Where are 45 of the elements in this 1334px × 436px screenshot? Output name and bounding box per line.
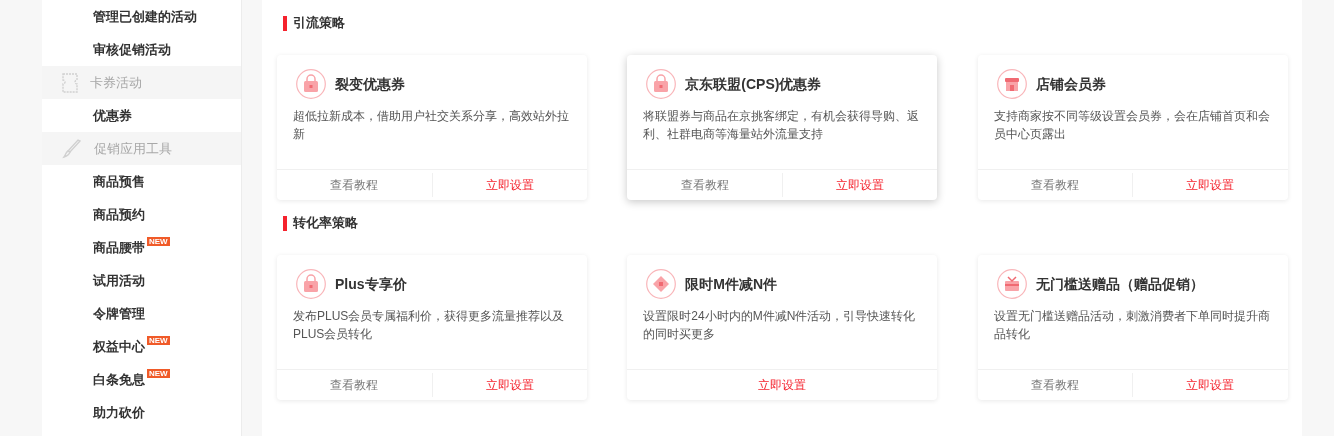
section-title: 引流策略 [293,14,345,33]
new-badge: NEW [147,336,170,345]
sidebar-item[interactable]: 商品预售 [93,171,145,192]
setup-now-button[interactable]: 立即设置 [627,370,938,400]
setup-now-button[interactable]: 立即设置 [782,170,938,200]
sidebar-item[interactable]: 审核促销活动 [93,39,171,60]
setup-now-button[interactable]: 立即设置 [432,170,587,200]
shop-icon [996,69,1027,99]
sidebar-item[interactable]: 白条免息 [93,369,145,390]
sidebar-item[interactable]: 商品腰带 [93,237,145,258]
sidebar-item[interactable]: 商品预约 [93,204,145,225]
card-title: 限时M件减N件 [685,274,778,294]
setup-now-button[interactable]: 立即设置 [1133,170,1288,200]
brush-icon [62,138,82,159]
card-description: 设置无门槛送赠品活动，刺激消费者下单同时提升商品转化 [992,308,1271,343]
sidebar-item[interactable]: 管理已创建的活动 [93,6,197,27]
card-title: Plus专享价 [335,274,407,294]
card-description: 发布PLUS会员专属福利价，获得更多流量推荐以及PLUS会员转化 [292,308,566,343]
card-title: 无门槛送赠品（赠品促销） [1035,274,1204,294]
card-description: 超低拉新成本，借助用户社交关系分享，高效站外拉新 [292,108,570,143]
sidebar-item[interactable]: 试用活动 [93,270,145,291]
gift-icon [996,269,1027,299]
sidebar-item[interactable]: 令牌管理 [93,303,145,324]
view-tutorial-button[interactable]: 查看教程 [627,170,782,200]
view-tutorial-button[interactable]: 查看教程 [977,170,1133,200]
card-description: 将联盟券与商品在京挑客绑定，有机会获得导购、返利、社群电商等海量站外流量支持 [642,108,921,143]
card-description: 设置限时24小时内的M件减N件活动，引导快速转化的同时买更多 [642,308,917,343]
group-label: 促销应用工具 [94,139,172,158]
card-title: 裂变优惠券 [335,74,405,94]
group-label: 卡券活动 [90,73,142,92]
sidebar-item[interactable]: 权益中心 [93,336,145,357]
new-badge: NEW [147,237,170,246]
view-tutorial-button[interactable]: 查看教程 [977,370,1133,400]
card-description: 支持商家按不同等级设置会员券，会在店铺首页和会员中心页露出 [992,108,1271,143]
card-title: 京东联盟(CPS)优惠券 [685,74,822,94]
view-tutorial-button[interactable]: 查看教程 [277,370,432,400]
new-badge: NEW [147,369,170,378]
setup-now-button[interactable]: 立即设置 [1133,370,1288,400]
sidebar-item[interactable]: 优惠券 [93,105,132,126]
card-title: 店铺会员券 [1035,74,1106,94]
section-title: 转化率策略 [293,214,358,233]
sidebar-item[interactable]: 助力砍价 [93,402,145,423]
view-tutorial-button[interactable]: 查看教程 [277,170,432,200]
setup-now-button[interactable]: 立即设置 [432,370,587,400]
ticket-icon [62,72,78,93]
